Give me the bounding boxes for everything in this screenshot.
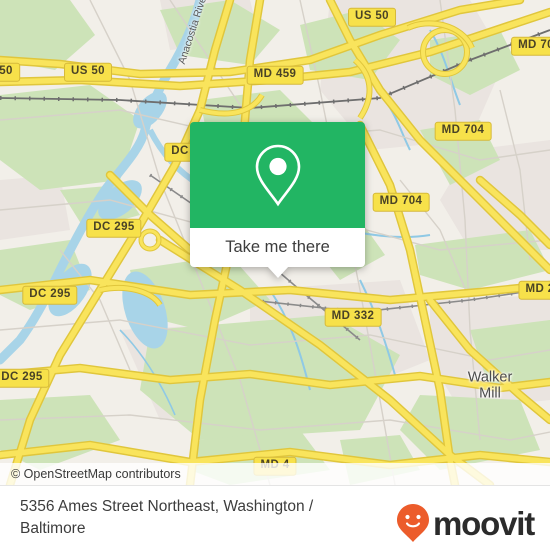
location-pin-icon <box>255 144 300 207</box>
location-marker-card[interactable]: Take me there <box>190 122 365 278</box>
place-label-walker-mill: Walker Mill <box>467 369 513 401</box>
marker-card-pointer-tail <box>266 266 289 278</box>
road-shield-md-459: MD 459 <box>246 65 304 85</box>
road-shield-md-2: MD 2 <box>518 280 550 300</box>
marker-card-action-panel[interactable]: Take me there <box>190 228 365 267</box>
road-shield-dc-295: DC 295 <box>0 368 50 388</box>
address-label: 5356 Ames Street Northeast, Washington /… <box>20 498 314 537</box>
attribution-text[interactable]: © OpenStreetMap contributors <box>0 467 181 481</box>
map-canvas[interactable]: 50US 50MD 459US 50MD 70MD 704DCMD 704DC … <box>0 0 550 485</box>
moovit-logo[interactable]: moovit <box>396 503 535 543</box>
map-screenshot-root: 50US 50MD 459US 50MD 70MD 704DCMD 704DC … <box>0 0 550 550</box>
road-shield-md-332: MD 332 <box>324 307 382 327</box>
road-shield-md-704: MD 704 <box>434 121 492 141</box>
moovit-wordmark: moovit <box>433 504 535 542</box>
take-me-there-label: Take me there <box>225 238 330 257</box>
road-shield-50: 50 <box>0 62 20 82</box>
road-shield-dc-295: DC 295 <box>22 285 78 305</box>
road-shield-dc-295: DC 295 <box>86 218 142 238</box>
moovit-smiley-pin-icon <box>397 504 430 542</box>
footer-bar: 5356 Ames Street Northeast, Washington /… <box>0 485 550 550</box>
road-shield-us-50: US 50 <box>64 62 112 82</box>
marker-card-image-panel <box>190 122 365 228</box>
road-shield-md-704: MD 704 <box>372 192 430 212</box>
map-attribution-bar: © OpenStreetMap contributors <box>0 463 550 485</box>
road-shield-us-50: US 50 <box>348 7 396 27</box>
road-shield-md-70: MD 70 <box>511 36 550 56</box>
